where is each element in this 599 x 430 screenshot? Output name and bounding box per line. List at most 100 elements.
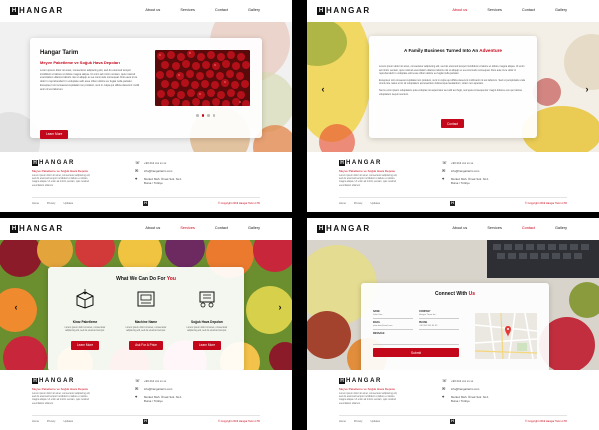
nav-about[interactable]: About us <box>452 226 467 230</box>
footer-text: Lorem ipsum dolor sit amet, consectetur … <box>32 174 91 187</box>
carousel-dots <box>196 114 215 117</box>
footer-link-privacy[interactable]: Privacy <box>47 420 56 423</box>
hero-text: Lorem ipsum dolor sit amet, consectetur … <box>40 69 140 91</box>
footer-link-privacy[interactable]: Privacy <box>354 420 363 423</box>
footer-link-updates[interactable]: Updates <box>370 420 380 423</box>
footer-link-home[interactable]: Home <box>339 202 346 205</box>
hero-subtitle: Meyve Paketleme ve Soğuk Hava Depoları <box>40 60 120 65</box>
nav-links: About us Services Contact Gallery <box>452 8 567 12</box>
logo[interactable]: H HANGAR <box>317 6 371 15</box>
learn-more-button[interactable]: Learn More <box>40 129 69 139</box>
name-field[interactable]: John Doe <box>373 313 413 319</box>
services-title: What We Can Do For You <box>116 276 176 282</box>
learn-more-button[interactable]: Learn More <box>70 340 100 350</box>
nav-about[interactable]: About us <box>145 8 160 12</box>
footer-tagline: Meyve Paketleme ve Soğuk Hava Deposu <box>32 387 89 391</box>
nav-gallery[interactable]: Gallery <box>555 8 567 12</box>
footer-logo[interactable]: H HANGAR <box>32 160 75 166</box>
message-field[interactable] <box>373 335 459 345</box>
location-icon: ⌖ <box>442 394 445 399</box>
nav-services[interactable]: Services <box>487 8 502 12</box>
footer-contact: ☏ +90 212 xxx xx xx ✉ info@hangartarim.com… <box>442 378 489 404</box>
carousel-dot[interactable] <box>212 114 215 117</box>
footer-link-home[interactable]: Home <box>32 420 39 423</box>
submit-button[interactable]: Submit <box>373 348 459 357</box>
phone-field[interactable]: +90 555 555 55 55 <box>419 324 459 330</box>
footer-text: Lorem ipsum dolor sit amet, consectetur … <box>339 392 398 405</box>
contact-card: Connect With Us NAME John Doe COMPANY Ha… <box>361 283 549 370</box>
logo[interactable]: H HANGAR <box>10 224 64 233</box>
location-icon: ⌖ <box>135 394 138 399</box>
cherries-image <box>155 50 250 106</box>
email-field[interactable]: john.doe@mail.com <box>373 324 413 330</box>
prev-slide-icon[interactable]: ‹ <box>12 303 20 312</box>
nav-links: About us Services Contact Gallery <box>452 226 567 230</box>
nav-contact[interactable]: Contact <box>215 226 228 230</box>
ask-price-button[interactable]: Ask For A Price <box>129 340 163 350</box>
footer-mark-icon: H <box>450 201 456 206</box>
next-slide-icon[interactable]: › <box>276 303 284 312</box>
nav-links: About us Services Contact Gallery <box>145 8 260 12</box>
copyright: © Copyright 2019 Hangar Tarım LTD <box>524 202 567 205</box>
footer-link-privacy[interactable]: Privacy <box>47 202 56 205</box>
mail-icon: ✉ <box>135 386 139 391</box>
carousel-dot[interactable] <box>196 114 199 117</box>
footer-link-updates[interactable]: Updates <box>370 202 380 205</box>
nav-about[interactable]: About us <box>452 8 467 12</box>
services-section: ‹ › What We Can Do For You Kiraz Paketle… <box>0 240 292 370</box>
logo[interactable]: H HANGAR <box>10 6 64 15</box>
copyright: © Copyright 2019 Hangar Tarım LTD <box>217 202 260 205</box>
nav-contact[interactable]: Contact <box>522 8 535 12</box>
nav-about[interactable]: About us <box>145 226 160 230</box>
footer-logo[interactable]: H HANGAR <box>32 378 75 384</box>
phone-icon: ☏ <box>135 160 141 165</box>
nav-gallery[interactable]: Gallery <box>248 8 260 12</box>
footer-bottom: Home Privacy Updates H © Copyright 2019 Ha… <box>32 415 260 424</box>
footer-logo[interactable]: H HANGAR <box>339 378 382 384</box>
contact-section: Connect With Us NAME John Doe COMPANY Ha… <box>307 240 599 370</box>
hero-title: Hangar Tarim <box>40 50 79 56</box>
contact-button[interactable]: Contact <box>441 119 464 128</box>
company-field[interactable]: Hangar Tarım Inc. <box>419 313 459 319</box>
phone-icon: ☏ <box>442 160 448 165</box>
nav-services[interactable]: Services <box>180 8 195 12</box>
nav-services[interactable]: Services <box>487 226 502 230</box>
carousel-dot-active[interactable] <box>201 114 204 117</box>
contact-title: Connect With Us <box>435 291 475 297</box>
screen-contact: H HANGAR About us Services Contact Galler… <box>307 218 599 430</box>
footer-link-home[interactable]: Home <box>339 420 346 423</box>
learn-more-button[interactable]: Learn More <box>192 340 222 350</box>
footer-mark-icon: H <box>450 419 456 424</box>
about-card: A Family Business Turned Into An Adventu… <box>369 36 537 138</box>
footer-link-updates[interactable]: Updates <box>63 420 73 423</box>
screen-services: H HANGAR About us Services Contact Galler… <box>0 218 292 430</box>
location-icon: ⌖ <box>135 176 138 181</box>
footer-link-privacy[interactable]: Privacy <box>354 202 363 205</box>
navbar: H HANGAR About us Services Contact Galler… <box>0 0 292 22</box>
next-slide-icon[interactable]: › <box>583 85 591 94</box>
nav-gallery[interactable]: Gallery <box>248 226 260 230</box>
footer-bottom: Home Privacy Updates H © Copyright 2019 Ha… <box>32 197 260 206</box>
nav-links: About us Services Contact Gallery <box>145 226 260 230</box>
footer-link-home[interactable]: Home <box>32 202 39 205</box>
footer-contact: ☏ +90 212 xxx xx xx ✉ info@hangartarim.com… <box>135 160 182 186</box>
nav-contact[interactable]: Contact <box>215 8 228 12</box>
footer-contact: ☏ +90 212 xxx xx xx ✉ info@hangartarim.com… <box>442 160 489 186</box>
carousel-dot[interactable] <box>207 114 210 117</box>
copyright: © Copyright 2019 Hangar Tarım LTD <box>524 420 567 423</box>
nav-gallery[interactable]: Gallery <box>555 226 567 230</box>
prev-slide-icon[interactable]: ‹ <box>319 85 327 94</box>
location-icon: ⌖ <box>442 176 445 181</box>
footer-mark-icon: H <box>143 419 149 424</box>
copyright: © Copyright 2019 Hangar Tarım LTD <box>217 420 260 423</box>
nav-services[interactable]: Services <box>180 226 195 230</box>
box-packaging-icon <box>76 289 94 309</box>
footer-logo[interactable]: H HANGAR <box>339 160 382 166</box>
map[interactable] <box>475 313 537 359</box>
nav-contact[interactable]: Contact <box>522 226 535 230</box>
footer: H HANGAR Meyve Paketleme ve Soğuk Hava De… <box>0 152 292 212</box>
footer-link-updates[interactable]: Updates <box>63 202 73 205</box>
logo[interactable]: H HANGAR <box>317 224 371 233</box>
footer-tagline: Meyve Paketleme ve Soğuk Hava Deposu <box>339 387 396 391</box>
about-text: Lorem ipsum dolor sit amet, consectetur … <box>379 65 526 96</box>
